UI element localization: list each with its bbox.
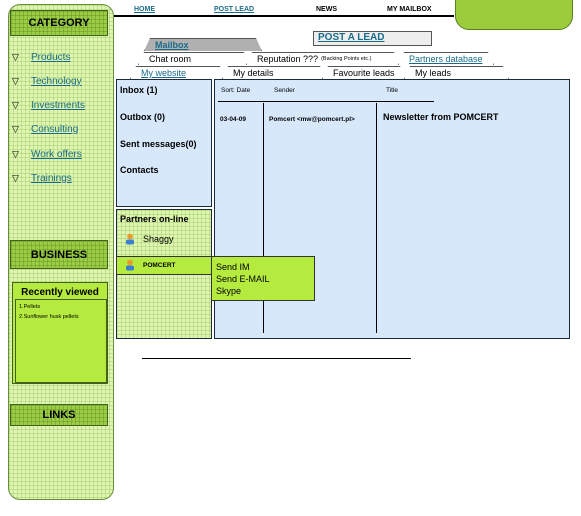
tab-label: My details bbox=[233, 68, 274, 78]
message-title[interactable]: Newsletter from POMCERT bbox=[383, 112, 499, 122]
category-item-technology[interactable]: ▽ Technology bbox=[12, 74, 82, 88]
recently-viewed-panel: Recently viewed 1.Pellets 2.Sunflower hu… bbox=[12, 282, 108, 384]
header-divider bbox=[218, 101, 434, 102]
tab-my-details[interactable]: My details bbox=[222, 66, 326, 79]
category-link[interactable]: Work offers bbox=[31, 149, 82, 160]
partner-context-menu: Send IM Send E-MAIL Skype bbox=[211, 256, 315, 301]
tab-label: Partners database bbox=[409, 54, 483, 64]
category-item-investments[interactable]: ▽ Investments bbox=[12, 98, 85, 112]
menu-send-im[interactable]: Send IM bbox=[212, 261, 314, 273]
tab-mailbox[interactable]: Mailbox bbox=[144, 38, 262, 51]
tab-label: My website bbox=[141, 68, 187, 78]
column-divider bbox=[376, 103, 377, 333]
triangle-icon: ▽ bbox=[12, 99, 19, 110]
tab-favourite-leads[interactable]: Favourite leads bbox=[322, 66, 406, 79]
post-a-lead-button[interactable]: POST A LEAD bbox=[313, 31, 432, 46]
partner-row-pomcert[interactable]: POMCERT bbox=[125, 259, 176, 271]
partner-name: Shaggy bbox=[143, 234, 174, 244]
partner-row-shaggy[interactable]: Shaggy bbox=[125, 233, 174, 245]
recently-viewed-item[interactable]: 1.Pellets bbox=[19, 304, 103, 310]
sender-header[interactable]: Sender bbox=[274, 87, 295, 94]
nav-post-lead-link[interactable]: POST LEAD bbox=[214, 6, 254, 13]
nav-news-link[interactable]: NEWS bbox=[316, 6, 337, 13]
triangle-icon: ▽ bbox=[12, 172, 19, 183]
category-item-products[interactable]: ▽ Products bbox=[12, 50, 70, 64]
tab-label: My leads bbox=[415, 68, 452, 78]
category-link[interactable]: Trainings bbox=[31, 173, 72, 184]
title-header[interactable]: Title bbox=[386, 87, 398, 94]
category-item-consulting[interactable]: ▽ Consulting bbox=[12, 122, 78, 136]
recently-viewed-title: Recently viewed bbox=[21, 287, 99, 298]
recently-viewed-item[interactable]: 2.Sunflower husk pellets bbox=[19, 314, 103, 320]
message-sender[interactable]: Pomcert <mw@pomcert.pl> bbox=[269, 116, 355, 123]
tab-reputation[interactable]: Reputation ??? (Backing Points etc.) bbox=[246, 52, 400, 65]
user-icon bbox=[126, 233, 134, 245]
triangle-icon: ▽ bbox=[12, 148, 19, 159]
user-icon bbox=[126, 259, 134, 271]
tab-my-website[interactable]: My website bbox=[130, 66, 226, 79]
partner-name: POMCERT bbox=[143, 261, 176, 269]
tab-label: Reputation ??? bbox=[257, 54, 319, 64]
category-link[interactable]: Investments bbox=[31, 100, 85, 111]
folder-contacts[interactable]: Contacts bbox=[120, 165, 159, 175]
tab-my-leads[interactable]: My leads bbox=[404, 66, 509, 79]
recently-viewed-list: 1.Pellets 2.Sunflower husk pellets bbox=[15, 299, 107, 383]
bottom-divider bbox=[142, 358, 411, 359]
tab-label: Favourite leads bbox=[333, 68, 395, 78]
tab-chat-room[interactable]: Chat room bbox=[138, 52, 250, 65]
menu-skype[interactable]: Skype bbox=[212, 285, 314, 297]
folder-outbox[interactable]: Outbox (0) bbox=[120, 112, 165, 122]
folder-sent[interactable]: Sent messages(0) bbox=[120, 139, 197, 149]
post-a-lead-label: POST A LEAD bbox=[318, 32, 385, 43]
tab-partners-database[interactable]: Partners database bbox=[398, 52, 494, 65]
category-header: CATEGORY bbox=[10, 10, 108, 36]
triangle-icon: ▽ bbox=[12, 75, 19, 86]
nav-my-mailbox-link[interactable]: MY MAILBOX bbox=[387, 6, 432, 13]
message-date[interactable]: 03-04-09 bbox=[220, 116, 246, 123]
topnav-divider bbox=[114, 15, 454, 17]
partners-online-title: Partners on-line bbox=[120, 214, 189, 224]
category-link[interactable]: Technology bbox=[31, 76, 82, 87]
triangle-icon: ▽ bbox=[12, 51, 19, 62]
folder-inbox[interactable]: Inbox (1) bbox=[120, 85, 158, 95]
nav-home-link[interactable]: HOME bbox=[134, 6, 155, 13]
links-header[interactable]: LINKS bbox=[10, 404, 108, 426]
triangle-icon: ▽ bbox=[12, 123, 19, 134]
category-item-work-offers[interactable]: ▽ Work offers bbox=[12, 147, 82, 161]
tab-label: Mailbox bbox=[155, 40, 189, 50]
menu-send-email[interactable]: Send E-MAIL bbox=[212, 273, 314, 285]
tab-note: (Backing Points etc.) bbox=[321, 56, 372, 62]
sort-by-date-header[interactable]: Sort: Date bbox=[221, 87, 250, 94]
corner-banner bbox=[455, 0, 573, 30]
category-link[interactable]: Products bbox=[31, 52, 70, 63]
tab-label: Chat room bbox=[149, 54, 192, 64]
category-item-trainings[interactable]: ▽ Trainings bbox=[12, 171, 72, 185]
category-link[interactable]: Consulting bbox=[31, 124, 78, 135]
business-header[interactable]: BUSINESS bbox=[10, 240, 108, 269]
